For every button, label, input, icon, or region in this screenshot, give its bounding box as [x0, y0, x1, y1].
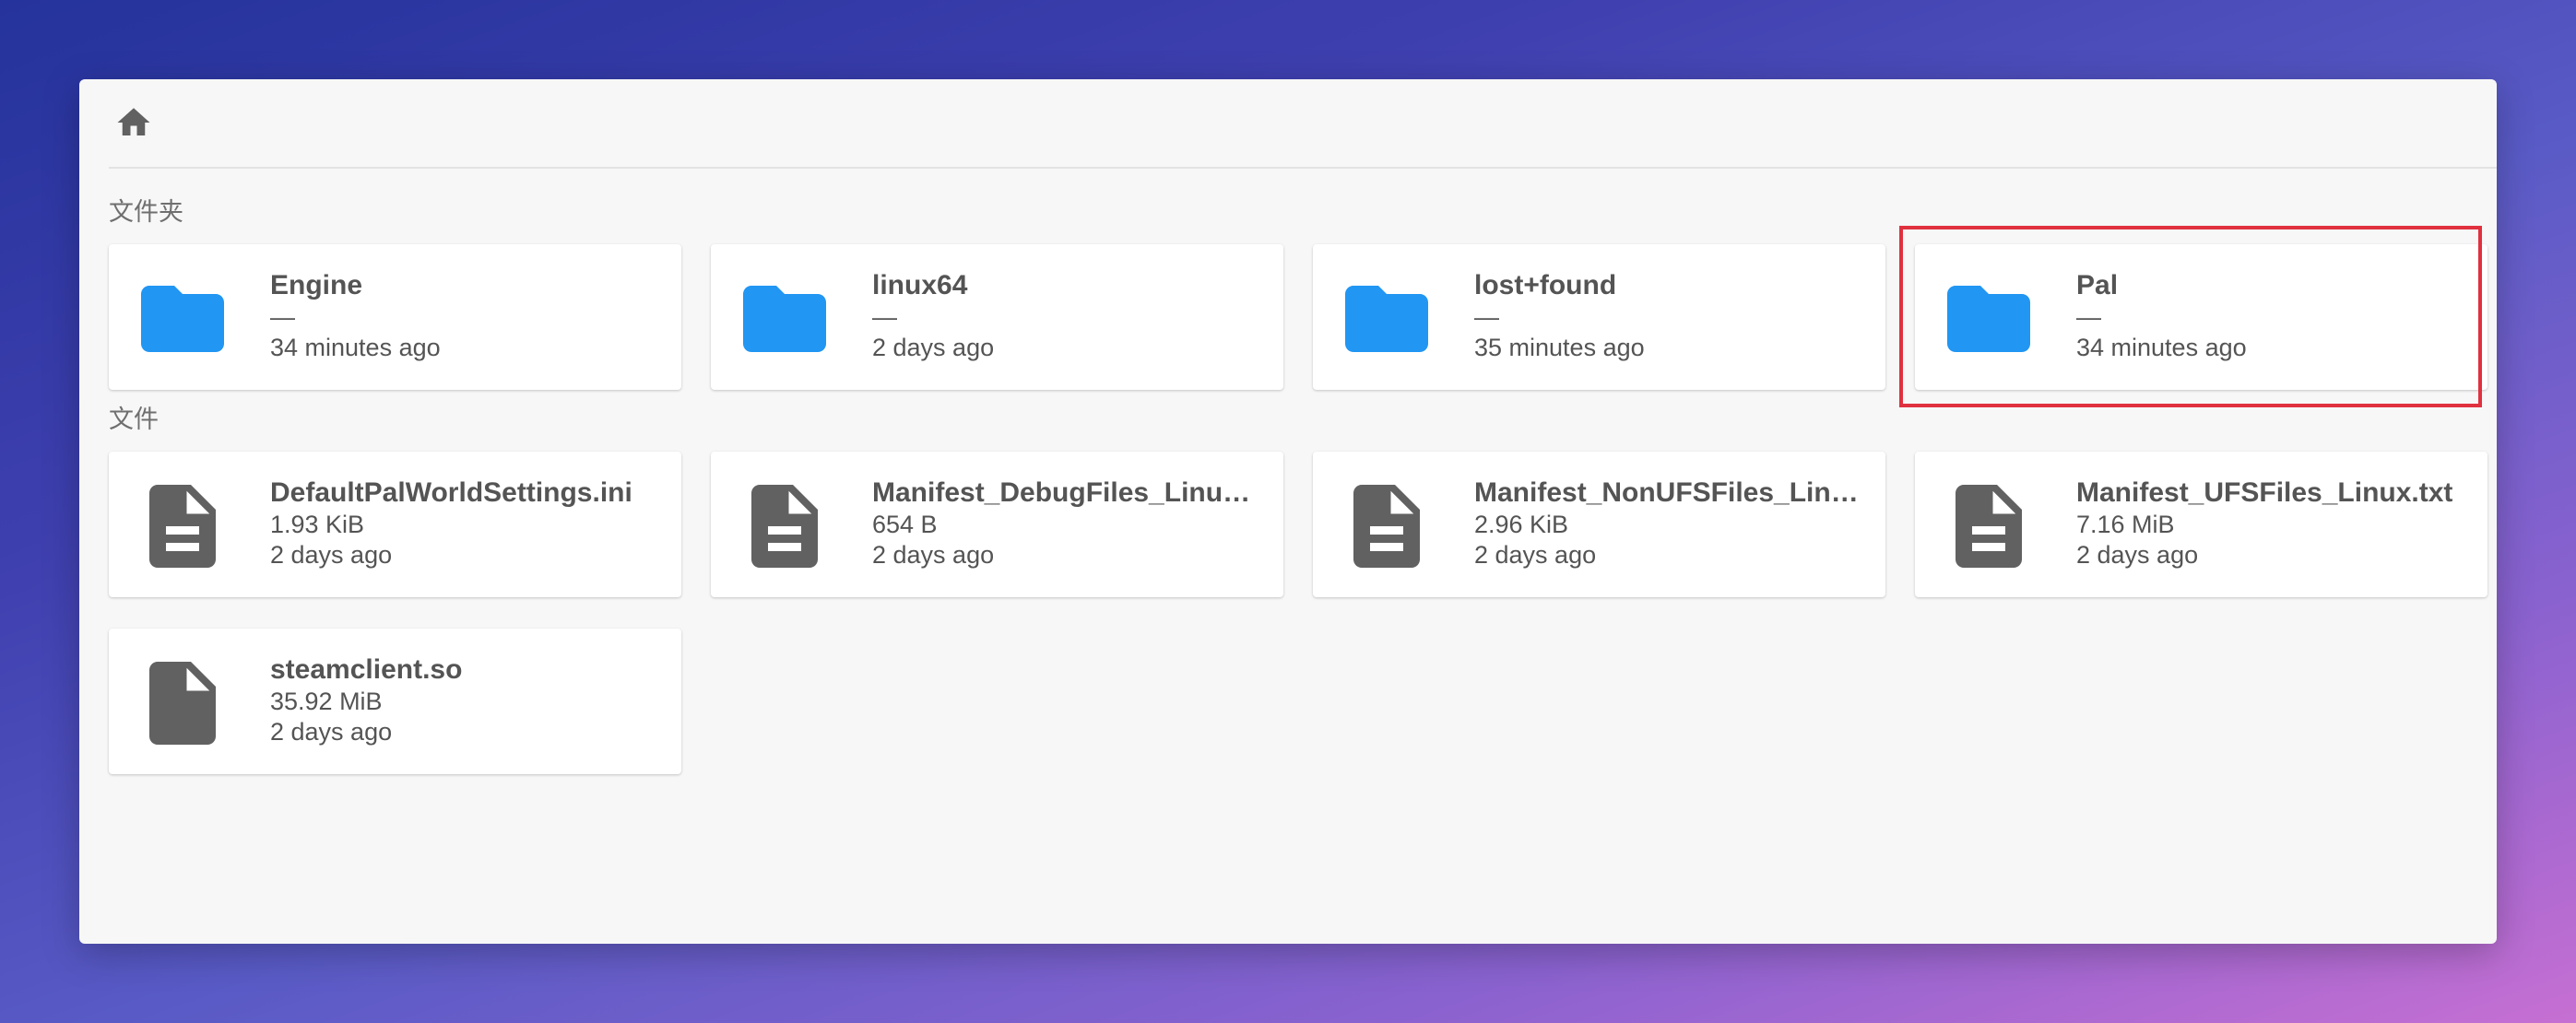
item-name: Manifest_UFSFiles_Linux.txt — [2076, 477, 2453, 508]
home-icon — [117, 108, 150, 135]
item-size: — — [1474, 303, 1499, 331]
folder-icon — [133, 269, 232, 369]
item-modified: 2 days ago — [270, 718, 393, 746]
item-name: linux64 — [872, 270, 968, 300]
item-modified: 2 days ago — [270, 541, 393, 569]
file-card-manifest-debugfiles[interactable]: Manifest_DebugFiles_Linux.txt 654 B 2 da… — [711, 452, 1283, 597]
item-size: — — [2076, 303, 2101, 331]
item-name: Manifest_NonUFSFiles_Linux.txt — [1474, 477, 1861, 508]
item-modified: 2 days ago — [1474, 541, 1597, 569]
item-size: — — [270, 303, 295, 331]
file-icon — [1939, 476, 2038, 576]
folder-icon — [1337, 269, 1436, 369]
folder-icon — [1939, 269, 2038, 369]
file-icon — [133, 476, 232, 576]
item-name: steamclient.so — [270, 654, 463, 685]
item-name: Manifest_DebugFiles_Linux.txt — [872, 477, 1259, 508]
folder-card-linux64[interactable]: linux64 — 2 days ago — [711, 244, 1283, 390]
item-size: — — [872, 303, 897, 331]
item-size: 35.92 MiB — [270, 688, 383, 715]
item-name: Engine — [270, 270, 363, 300]
file-card-manifest-ufsfiles[interactable]: Manifest_UFSFiles_Linux.txt 7.16 MiB 2 d… — [1915, 452, 2487, 597]
file-card-steamclient[interactable]: steamclient.so 35.92 MiB 2 days ago — [109, 629, 681, 774]
file-browser-window: 文件夹 Engine — 34 minutes ago linux64 — 2 … — [79, 79, 2497, 944]
toolbar — [109, 79, 2497, 169]
file-icon — [1337, 476, 1436, 576]
file-card-manifest-nonufsfiles[interactable]: Manifest_NonUFSFiles_Linux.txt 2.96 KiB … — [1313, 452, 1885, 597]
item-name: DefaultPalWorldSettings.ini — [270, 477, 632, 508]
folder-card-pal[interactable]: Pal — 34 minutes ago — [1915, 244, 2487, 390]
file-icon — [133, 653, 232, 753]
item-modified: 35 minutes ago — [1474, 334, 1645, 361]
file-icon — [735, 476, 834, 576]
folders-section-label: 文件夹 — [109, 198, 183, 227]
item-modified: 2 days ago — [872, 541, 995, 569]
item-name: Pal — [2076, 270, 2119, 300]
item-size: 1.93 KiB — [270, 511, 365, 538]
item-modified: 2 days ago — [2076, 541, 2199, 569]
folder-icon — [735, 269, 834, 369]
item-modified: 34 minutes ago — [270, 334, 441, 361]
folder-card-lost-found[interactable]: lost+found — 35 minutes ago — [1313, 244, 1885, 390]
files-section-label: 文件 — [109, 406, 159, 434]
folder-card-engine[interactable]: Engine — 34 minutes ago — [109, 244, 681, 390]
item-size: 2.96 KiB — [1474, 511, 1569, 538]
item-modified: 34 minutes ago — [2076, 334, 2247, 361]
item-modified: 2 days ago — [872, 334, 995, 361]
file-card-defaultpalworldsettings[interactable]: DefaultPalWorldSettings.ini 1.93 KiB 2 d… — [109, 452, 681, 597]
item-size: 7.16 MiB — [2076, 511, 2175, 538]
item-name: lost+found — [1474, 270, 1617, 300]
item-size: 654 B — [872, 511, 938, 538]
home-button[interactable] — [109, 98, 159, 147]
